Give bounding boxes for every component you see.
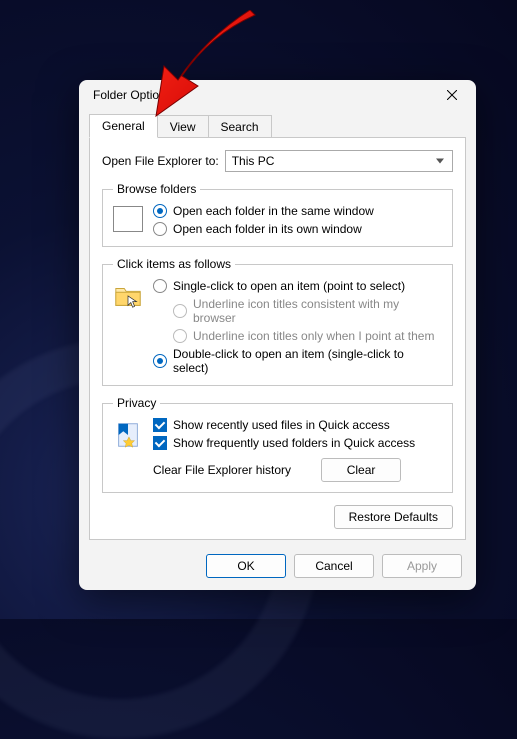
clear-history-label: Clear File Explorer history [153,463,291,477]
radio-single-click[interactable]: Single-click to open an item (point to s… [153,279,442,293]
radio-icon [153,354,167,368]
close-button[interactable] [430,80,474,110]
clear-button[interactable]: Clear [321,458,401,482]
window-icon [113,206,143,232]
privacy-group: Privacy Show recently used files in Quic… [102,396,453,493]
radio-own-window[interactable]: Open each folder in its own window [153,222,442,236]
open-explorer-value: This PC [232,154,275,168]
window-title: Folder Options [93,88,172,102]
radio-icon [153,222,167,236]
tab-search[interactable]: Search [208,115,272,139]
checkbox-icon [153,436,167,450]
privacy-legend: Privacy [113,396,160,410]
apply-button[interactable]: Apply [382,554,462,578]
close-icon [447,90,457,100]
folder-cursor-icon [113,281,143,311]
radio-underline-point: Underline icon titles only when I point … [173,329,442,343]
click-items-group: Click items as follows Single-click to o… [102,257,453,386]
titlebar: Folder Options [79,80,476,110]
folder-options-dialog: Folder Options General View Search Open … [79,80,476,590]
radio-icon [153,204,167,218]
open-explorer-combo[interactable]: This PC [225,150,453,172]
ok-button[interactable]: OK [206,554,286,578]
dialog-footer: OK Cancel Apply [79,546,476,590]
radio-underline-browser: Underline icon titles consistent with my… [173,297,442,325]
cancel-button[interactable]: Cancel [294,554,374,578]
open-explorer-label: Open File Explorer to: [102,154,219,168]
radio-icon [153,279,167,293]
browse-folders-legend: Browse folders [113,182,200,196]
click-items-legend: Click items as follows [113,257,235,271]
quick-access-icon [113,420,143,450]
radio-double-click[interactable]: Double-click to open an item (single-cli… [153,347,442,375]
radio-icon [173,304,187,318]
tab-view[interactable]: View [157,115,209,139]
checkbox-icon [153,418,167,432]
radio-icon [173,329,187,343]
check-recent-files[interactable]: Show recently used files in Quick access [153,418,442,432]
tabpage-general: Open File Explorer to: This PC Browse fo… [89,137,466,540]
tab-general[interactable]: General [89,114,158,138]
browse-folders-group: Browse folders Open each folder in the s… [102,182,453,247]
restore-defaults-button[interactable]: Restore Defaults [334,505,453,529]
tabstrip: General View Search [79,110,476,138]
check-freq-folders[interactable]: Show frequently used folders in Quick ac… [153,436,442,450]
radio-same-window[interactable]: Open each folder in the same window [153,204,442,218]
